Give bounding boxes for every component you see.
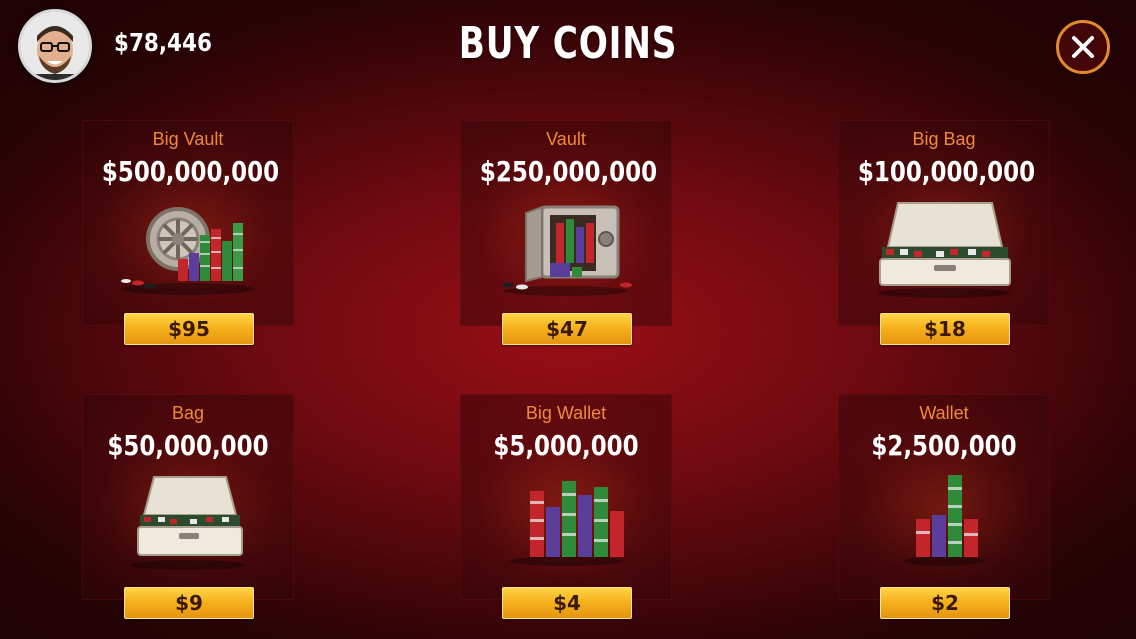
package-amount: $500,000,000 xyxy=(101,155,280,188)
package-amount: $250,000,000 xyxy=(479,155,658,188)
package-card-wallet[interactable]: Wallet $2,500,000 $2 xyxy=(838,394,1050,619)
wallet-chips-icon xyxy=(849,471,1039,575)
bag-icon xyxy=(93,471,283,575)
package-name: Big Wallet xyxy=(525,403,607,423)
buy-button-47[interactable]: $47 xyxy=(502,313,632,345)
package-name: Big Bag xyxy=(912,129,976,149)
package-card-vault[interactable]: Vault $250,000,000 $47 xyxy=(460,120,672,345)
package-name: Big Vault xyxy=(152,129,224,149)
package-card-big-bag[interactable]: Big Bag $100,000,000 $18 xyxy=(838,120,1050,345)
buy-button-95[interactable]: $95 xyxy=(124,313,254,345)
big-wallet-chips-icon xyxy=(471,471,661,575)
package-name: Vault xyxy=(546,129,586,149)
buy-button-2[interactable]: $2 xyxy=(880,587,1010,619)
big-bag-icon xyxy=(849,197,1039,301)
package-amount: $100,000,000 xyxy=(857,155,1036,188)
package-name: Wallet xyxy=(919,403,969,423)
big-vault-icon xyxy=(93,197,283,301)
package-card-big-wallet[interactable]: Big Wallet $5,000,000 $4 xyxy=(460,394,672,619)
package-card-big-vault[interactable]: Big Vault $500,000,000 $95 xyxy=(82,120,294,345)
buy-button-18[interactable]: $18 xyxy=(880,313,1010,345)
vault-icon xyxy=(471,197,661,301)
buy-button-4[interactable]: $4 xyxy=(502,587,632,619)
package-name: Bag xyxy=(171,403,205,423)
package-amount: $2,500,000 xyxy=(871,429,1017,462)
package-amount: $50,000,000 xyxy=(107,429,269,462)
buy-button-9[interactable]: $9 xyxy=(124,587,254,619)
package-card-bag[interactable]: Bag $50,000,000 $9 xyxy=(82,394,294,619)
package-amount: $5,000,000 xyxy=(493,429,639,462)
package-grid: Big Vault $500,000,000 $95 Vault $250,00… xyxy=(0,0,1136,639)
